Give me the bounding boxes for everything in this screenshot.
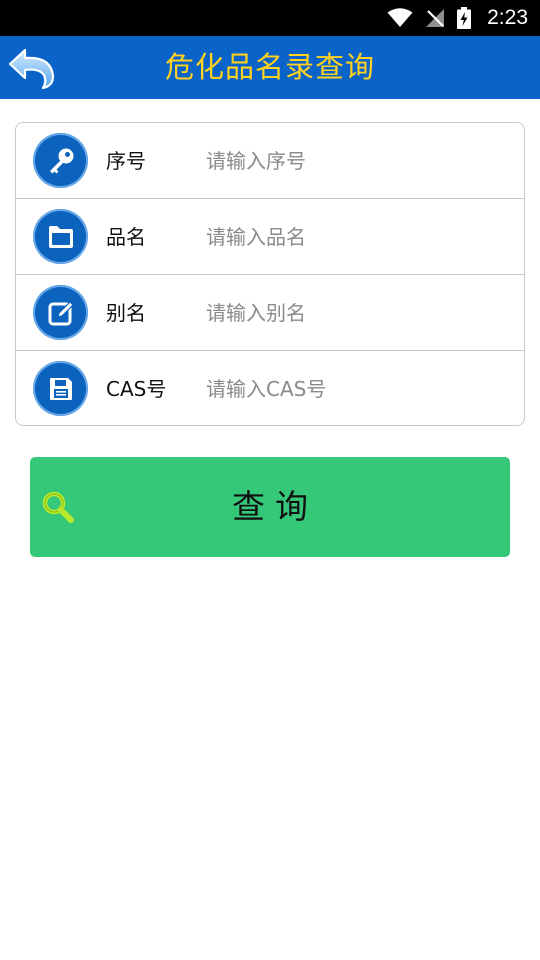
save-icon [33,361,88,416]
status-bar: 2:23 [0,0,540,36]
cas-label: CAS号 [106,377,167,401]
alias-input[interactable] [206,289,506,337]
form-row-serial: 序号 [16,123,524,199]
edit-icon [33,285,88,340]
serial-input[interactable] [206,137,506,185]
form-row-cas: CAS号 [16,351,524,425]
page-title: 危化品名录查询 [164,50,375,84]
wifi-icon [387,8,413,27]
form-row-name: 品名 [16,199,524,275]
search-form: 序号 品名 别名 [15,122,525,426]
alias-label: 别名 [106,301,146,325]
no-signal-icon [426,9,445,27]
serial-label: 序号 [106,149,146,173]
cas-input[interactable] [206,365,506,413]
query-button-label: 查询 [232,487,318,526]
name-label: 品名 [106,225,146,249]
query-button[interactable]: 查询 [30,457,510,557]
key-icon [33,133,88,188]
battery-charging-icon [457,7,472,29]
name-input[interactable] [206,213,506,261]
folder-icon [33,209,88,264]
status-icons: 2:23 [387,0,528,36]
form-row-alias: 别名 [16,275,524,351]
status-time: 2:23 [487,6,528,29]
app-bar: 危化品名录查询 [0,36,540,99]
